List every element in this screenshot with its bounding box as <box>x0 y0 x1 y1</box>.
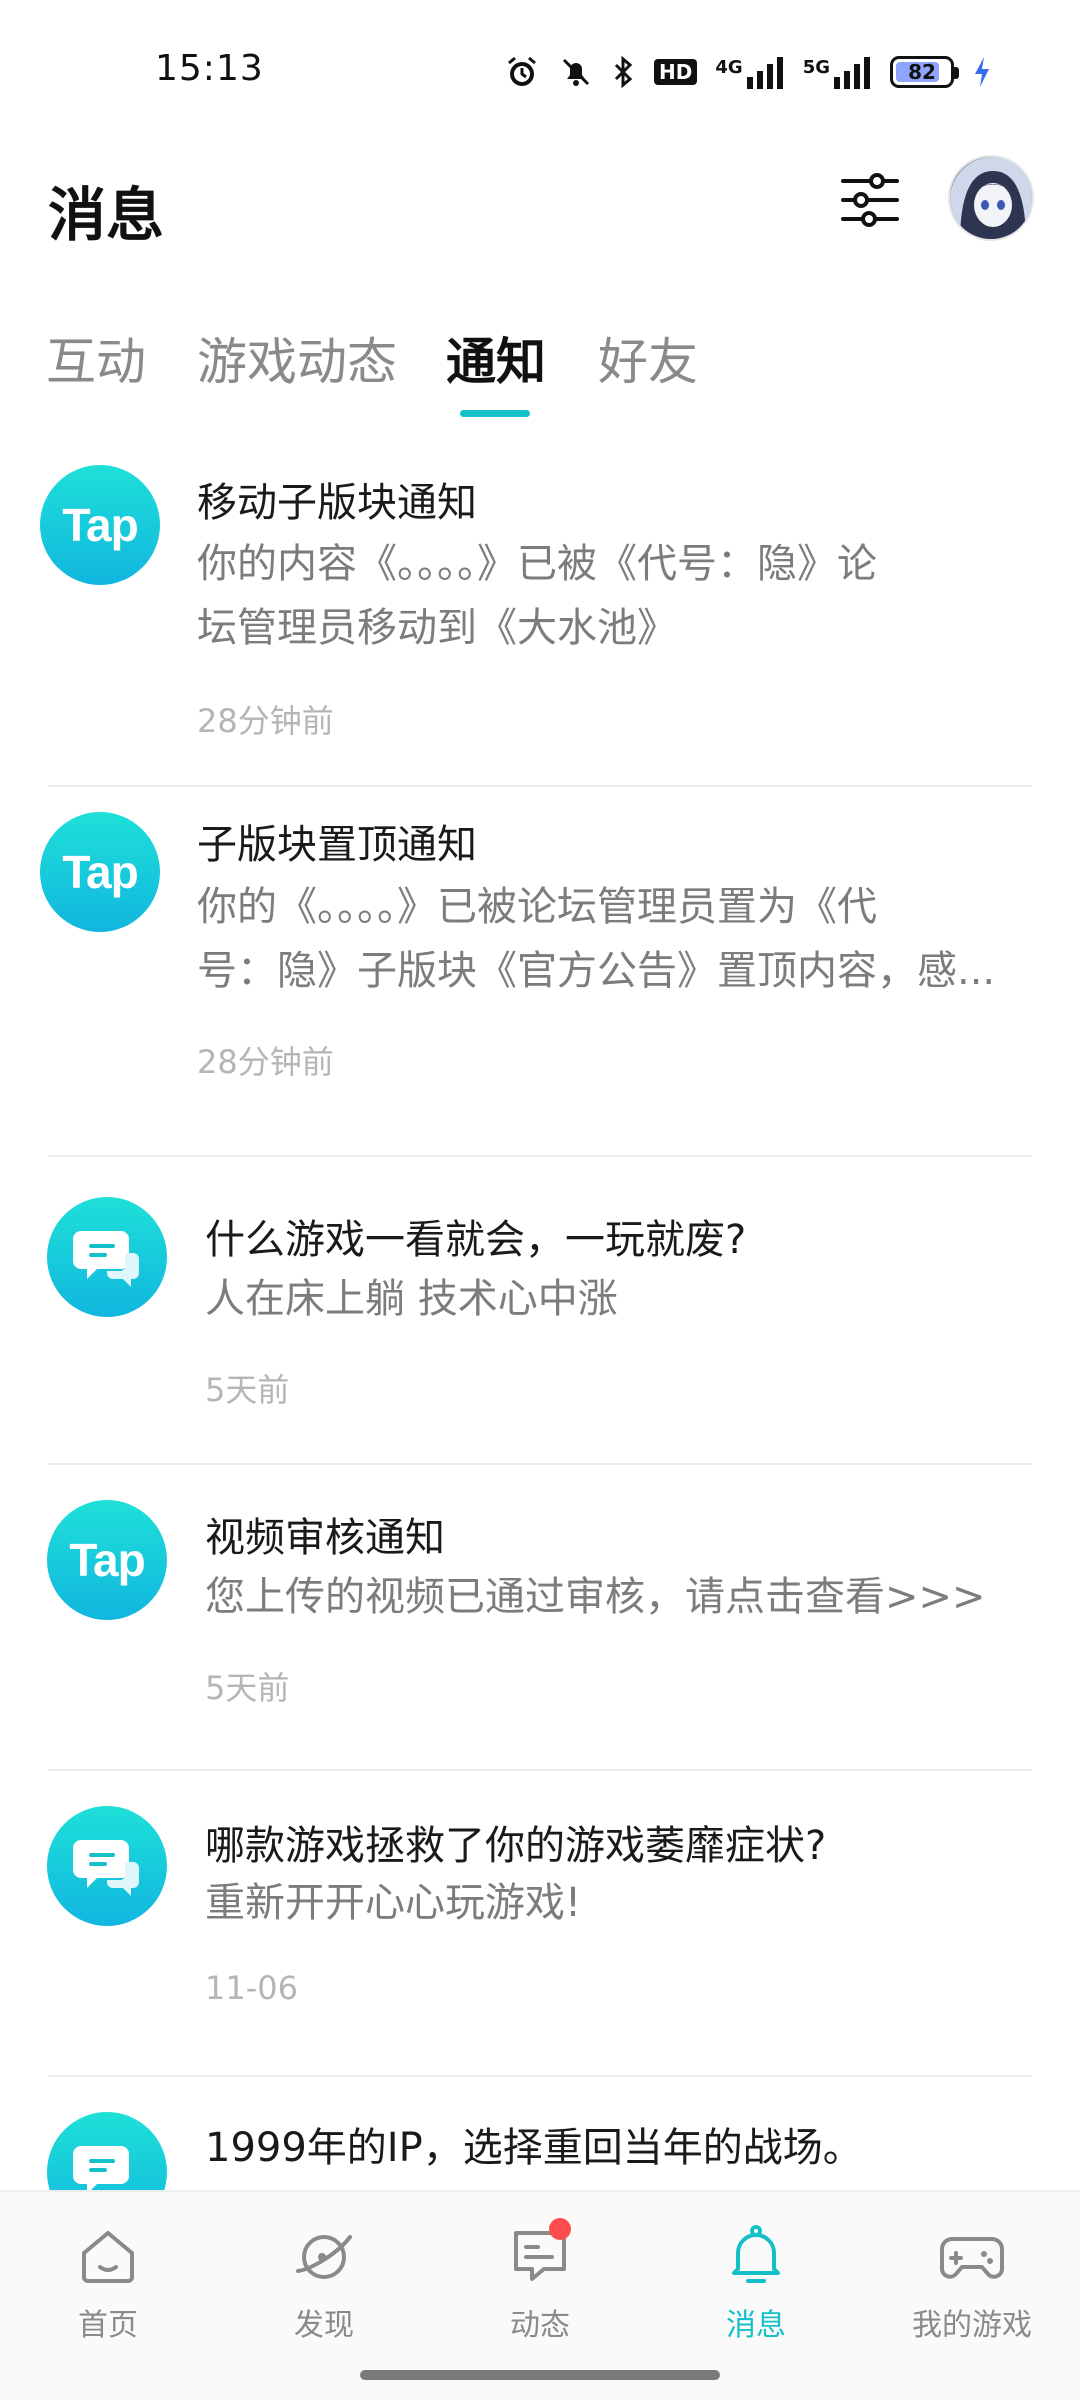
charging-icon <box>972 54 992 90</box>
bluetooth-icon <box>612 54 636 90</box>
status-icons: HD 4G 5G 82 <box>504 50 992 94</box>
bell-icon <box>721 2220 791 2290</box>
notification-badge <box>549 2218 571 2240</box>
home-indicator[interactable] <box>360 2370 720 2380</box>
filter-button[interactable] <box>835 165 905 235</box>
notification-time: 5天前 <box>205 1669 290 1707</box>
notification-time: 28分钟前 <box>197 1043 334 1081</box>
notification-title: 移动子版块通知 <box>197 480 477 526</box>
list-item[interactable]: 什么游戏一看就会，一玩就废? 人在床上躺 技术心中涨 5天前 <box>0 1157 1080 1463</box>
list-item[interactable]: Tap 子版块置顶通知 你的《。。。。》已被论坛管理员置为《代 号：隐》子版块《… <box>0 787 1080 1155</box>
gamepad-icon <box>937 2220 1007 2290</box>
notification-title: 什么游戏一看就会，一玩就废? <box>205 1217 747 1263</box>
discover-icon <box>289 2220 359 2290</box>
mute-icon <box>558 54 594 90</box>
page-title: 消息 <box>48 181 165 249</box>
list-item[interactable]: 哪款游戏拯救了你的游戏萎靡症状? 重新开开心心玩游戏! 11-06 <box>0 1771 1080 2075</box>
notification-time: 28分钟前 <box>197 702 334 740</box>
notification-body: 重新开开心心玩游戏! <box>205 1880 582 1926</box>
notification-body: 你的内容《。。。。》已被《代号：隐》论 坛管理员移动到《大水池》 <box>197 541 877 651</box>
list-item[interactable]: 1999年的IP，选择重回当年的战场。 <box>0 2077 1080 2190</box>
nav-home[interactable]: 首页 <box>28 2220 188 2344</box>
notification-title: 哪款游戏拯救了你的游戏萎靡症状? <box>205 1823 827 1869</box>
chat-bubble-icon <box>47 2112 167 2190</box>
notification-title: 视频审核通知 <box>205 1515 445 1561</box>
status-time: 15:13 <box>155 48 264 89</box>
notification-title: 1999年的IP，选择重回当年的战场。 <box>205 2125 863 2171</box>
avatar[interactable] <box>948 155 1034 241</box>
nav-messages[interactable]: 消息 <box>676 2220 836 2344</box>
nav-discover[interactable]: 发现 <box>244 2220 404 2344</box>
tab-active-indicator <box>460 410 530 417</box>
nav-my-games[interactable]: 我的游戏 <box>892 2220 1052 2344</box>
nav-feed[interactable]: 动态 <box>460 2218 620 2344</box>
sliders-icon <box>841 173 899 227</box>
notification-body: 你的《。。。。》已被论坛管理员置为《代 号：隐》子版块《官方公告》置顶内容，感.… <box>197 884 996 994</box>
notification-time: 11-06 <box>205 1969 298 2007</box>
signal-5g-icon: 5G <box>803 55 872 89</box>
tab-game-feed[interactable]: 游戏动态 <box>197 322 397 394</box>
notification-body: 您上传的视频已通过审核，请点击查看>>> <box>205 1574 986 1620</box>
bottom-nav: 首页 发现 动态 消息 我的游戏 <box>0 2190 1080 2400</box>
tab-bar: 互动 游戏动态 通知 好友 <box>0 310 1080 420</box>
list-item[interactable]: Tap 移动子版块通知 你的内容《。。。。》已被《代号：隐》论 坛管理员移动到《… <box>0 440 1080 785</box>
tab-friends[interactable]: 好友 <box>598 322 698 394</box>
tab-notifications[interactable]: 通知 <box>446 322 546 394</box>
avatar-image <box>950 157 1032 239</box>
notification-body: 人在床上躺 技术心中涨 <box>205 1276 618 1322</box>
tap-logo: Tap <box>40 465 160 585</box>
tap-logo: Tap <box>47 1500 167 1620</box>
notification-title: 子版块置顶通知 <box>197 822 477 868</box>
tab-interaction[interactable]: 互动 <box>46 322 146 394</box>
home-icon <box>73 2220 143 2290</box>
signal-4g-icon: 4G <box>715 55 784 89</box>
status-bar: 15:13 HD 4G 5G 82 <box>0 0 1080 140</box>
alarm-icon <box>504 54 540 90</box>
notification-list: Tap 移动子版块通知 你的内容《。。。。》已被《代号：隐》论 坛管理员移动到《… <box>0 440 1080 2190</box>
tap-logo: Tap <box>40 812 160 932</box>
header: 消息 <box>0 140 1080 270</box>
chat-bubble-icon <box>47 1197 167 1317</box>
chat-bubble-icon <box>47 1806 167 1926</box>
battery-icon: 82 <box>890 56 959 88</box>
feed-icon <box>505 2218 575 2290</box>
notification-time: 5天前 <box>205 1371 290 1409</box>
hd-icon: HD <box>654 59 698 85</box>
list-item[interactable]: Tap 视频审核通知 您上传的视频已通过审核，请点击查看>>> 5天前 <box>0 1465 1080 1769</box>
